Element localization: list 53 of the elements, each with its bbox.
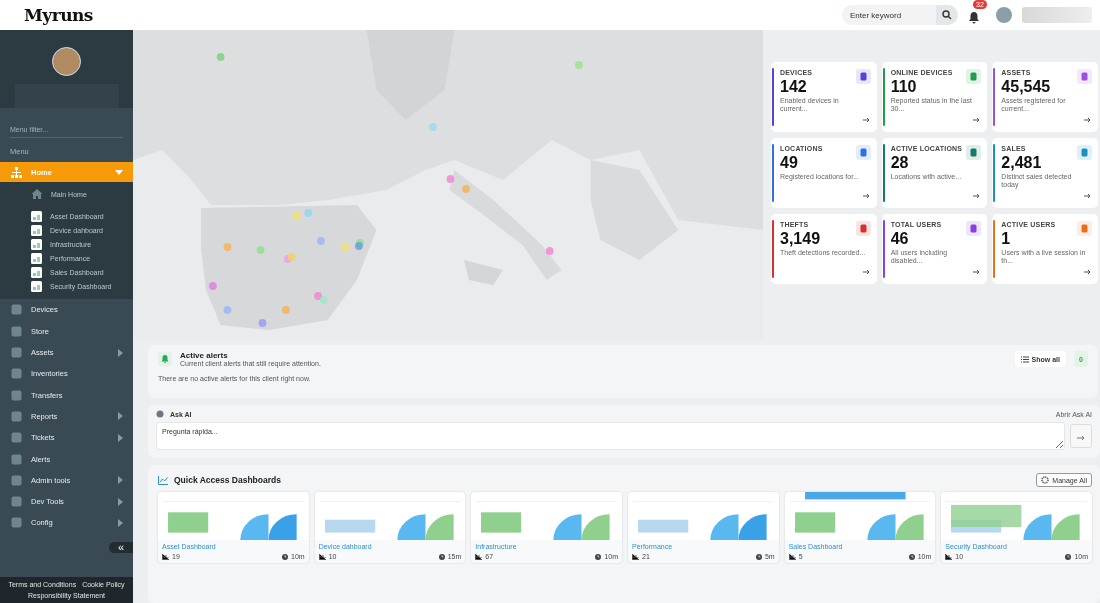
dashboard-thumbnail-icon (31, 253, 42, 265)
arrow-right-icon[interactable] (1084, 269, 1091, 275)
arrow-right-icon[interactable] (862, 193, 870, 199)
widgets-icon (788, 553, 796, 560)
clock-icon (908, 553, 915, 560)
stat-value: 3,149 (780, 230, 822, 247)
widgets-icon (475, 553, 483, 560)
clock-icon (755, 553, 762, 560)
profile-avatar[interactable] (52, 47, 81, 76)
user-avatar[interactable] (996, 7, 1012, 23)
stat-value: 28 (890, 154, 910, 171)
clock-icon (438, 553, 445, 560)
search-field[interactable]: Enter keyword (842, 5, 936, 25)
search-button[interactable] (936, 5, 958, 25)
line-chart-icon (158, 475, 168, 485)
widgets-icon (162, 553, 169, 560)
clock-icon (595, 553, 602, 560)
arrow-right-icon[interactable] (973, 193, 981, 199)
clock-icon (282, 553, 289, 560)
stat-value: 142 (780, 78, 808, 95)
bell-icon (158, 352, 172, 366)
search-icon (942, 10, 952, 20)
widgets-icon (318, 553, 326, 560)
dashboard-thumbnail-icon (31, 239, 42, 251)
stat-value: 110 (890, 78, 918, 95)
blurred-user-name (1022, 7, 1092, 23)
dashboard-thumbnail-icon (31, 211, 42, 223)
arrow-right-icon[interactable] (1084, 193, 1091, 199)
arrow-right-icon[interactable] (862, 269, 870, 275)
arrow-right-icon[interactable] (973, 117, 981, 123)
collapse-sidebar-button[interactable]: « (109, 541, 133, 553)
dashboard-thumbnail-icon (31, 225, 42, 237)
bell-icon[interactable] (968, 11, 980, 24)
widgets-icon (945, 553, 953, 560)
arrow-right-icon[interactable] (973, 269, 981, 275)
stat-value: 45,545 (1001, 78, 1052, 95)
arrow-right-icon[interactable] (862, 117, 870, 123)
stat-value: 49 (780, 154, 799, 171)
logo[interactable]: Myruns (24, 5, 93, 25)
gear-icon (1041, 476, 1050, 484)
widgets-icon (632, 553, 639, 560)
stat-value: 1 (1001, 230, 1012, 247)
arrow-right-icon (1077, 434, 1085, 441)
arrow-right-icon[interactable] (1084, 117, 1091, 123)
clock-icon (1065, 553, 1072, 560)
dashboard-thumbnail-icon (31, 280, 42, 292)
stat-value: 46 (890, 230, 910, 247)
sitemap-icon (10, 165, 23, 179)
alerts-title: Active alerts (180, 351, 229, 360)
stat-value: 2,481 (1001, 154, 1043, 171)
dashboard-thumbnail-icon (31, 267, 42, 278)
quick-access-title: Quick Access Dashboards (174, 475, 282, 485)
house-icon (31, 188, 43, 200)
